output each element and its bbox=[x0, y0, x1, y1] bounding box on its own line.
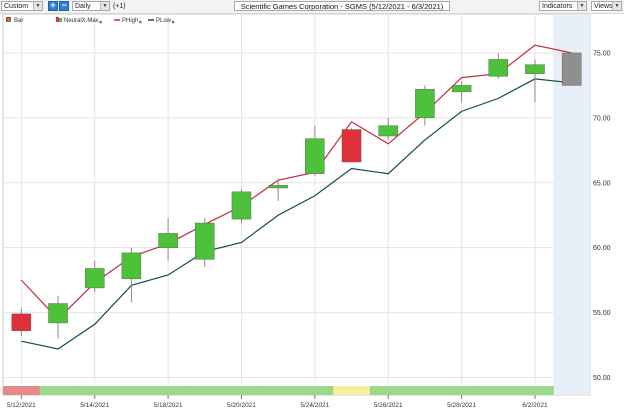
legend-dot-icon bbox=[171, 20, 175, 24]
candle-body bbox=[451, 85, 472, 93]
y-tick-label: 65.00 bbox=[593, 180, 611, 187]
legend-dot-icon bbox=[139, 20, 142, 24]
signal-band-segment bbox=[296, 386, 334, 395]
x-axis: 5/12/2021 5/14/2021 5/18/2021 5/20/2021 5/24… bbox=[7, 395, 548, 409]
signal-band-segment bbox=[443, 386, 481, 395]
legend-label: Bar bbox=[14, 18, 23, 24]
price-chart[interactable]: Bar NeuralX.Max PHigh PLow 50.00 55.00 60.00 6… bbox=[0, 0, 624, 412]
candle-body bbox=[378, 125, 398, 137]
legend-swatch-neuralx-2 bbox=[59, 18, 62, 22]
candle-body bbox=[195, 222, 215, 260]
x-tick-label: 6/2/2021 bbox=[522, 402, 548, 409]
legend-label: NeuralX.Max bbox=[64, 18, 99, 24]
prediction-lines bbox=[20, 44, 572, 350]
y-tick-label: 60.00 bbox=[593, 245, 611, 252]
x-tick-label: 5/26/2021 bbox=[374, 402, 403, 409]
candle-body bbox=[268, 185, 288, 189]
candle-body bbox=[121, 252, 142, 280]
signal-band-segment bbox=[369, 386, 408, 395]
candle-body bbox=[561, 52, 582, 86]
candle-body bbox=[231, 191, 252, 220]
x-tick-label: 5/20/2021 bbox=[227, 402, 256, 409]
y-tick-label: 55.00 bbox=[593, 310, 611, 317]
signal-band-segment bbox=[3, 386, 41, 395]
signal-band bbox=[3, 386, 554, 395]
legend-swatch-neuralx bbox=[56, 17, 59, 22]
y-axis: 50.00 55.00 60.00 65.00 70.00 75.00 bbox=[593, 50, 611, 382]
signal-band-segment bbox=[149, 386, 187, 395]
y-tick-label: 50.00 bbox=[593, 375, 611, 382]
signal-band-segment bbox=[333, 386, 371, 395]
signal-band-segment bbox=[113, 386, 151, 395]
legend: Bar NeuralX.Max PHigh PLow bbox=[6, 17, 175, 24]
x-tick-label: 5/24/2021 bbox=[300, 402, 329, 409]
signal-band-segment bbox=[39, 386, 77, 395]
signal-band-segment bbox=[186, 386, 224, 395]
signal-band-segment bbox=[223, 386, 261, 395]
legend-dot-icon bbox=[99, 20, 102, 24]
candle-body bbox=[48, 303, 68, 324]
legend-swatch-bar-inner bbox=[7, 18, 11, 22]
candle-body bbox=[84, 268, 105, 289]
signal-band-segment bbox=[259, 386, 297, 395]
candle-body bbox=[525, 64, 545, 74]
signal-band-segment bbox=[76, 386, 114, 395]
candle-body bbox=[305, 138, 325, 174]
legend-label: PHigh bbox=[122, 18, 138, 24]
candle-body bbox=[341, 129, 362, 163]
x-tick-label: 5/18/2021 bbox=[154, 402, 183, 409]
candle-body bbox=[415, 89, 435, 119]
signal-band-segment bbox=[406, 386, 444, 395]
candle-body bbox=[158, 233, 178, 248]
signal-band-segment bbox=[479, 386, 518, 395]
series-line-plow bbox=[21, 78, 572, 350]
y-tick-label: 75.00 bbox=[593, 50, 611, 57]
candle-body bbox=[11, 313, 32, 331]
y-tick-label: 70.00 bbox=[593, 115, 611, 122]
x-tick-label: 5/28/2021 bbox=[447, 402, 476, 409]
signal-band-segment bbox=[516, 386, 554, 395]
legend-label: PLow bbox=[156, 18, 172, 24]
x-tick-label: 5/12/2021 bbox=[7, 402, 36, 409]
x-tick-label: 5/14/2021 bbox=[80, 402, 109, 409]
candles bbox=[11, 52, 582, 339]
candle-body bbox=[488, 59, 509, 77]
